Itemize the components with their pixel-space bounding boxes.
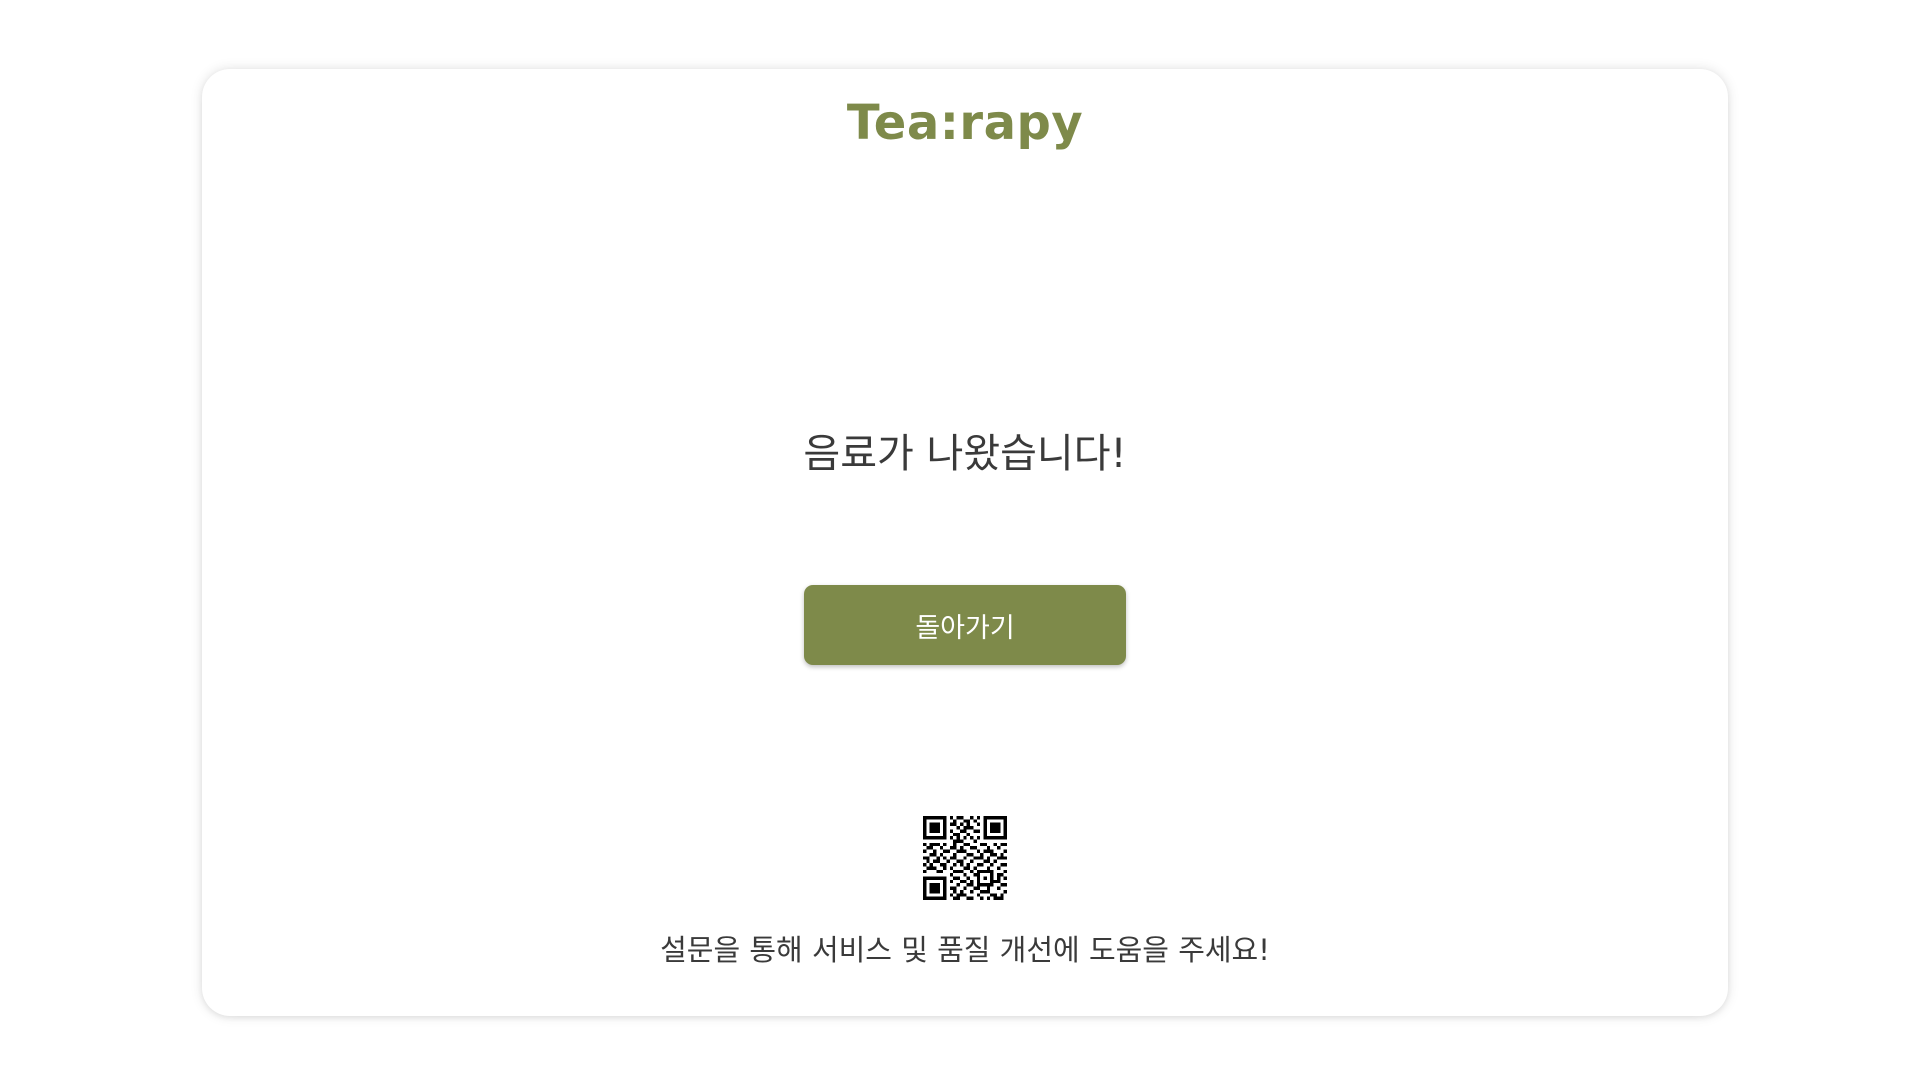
back-button[interactable]: 돌아가기 bbox=[804, 585, 1126, 665]
status-message: 음료가 나왔습니다! bbox=[803, 431, 1127, 477]
main-card: Tea:rapy 음료가 나왔습니다! 돌아가기 설문을 통해 서비스 및 품질… bbox=[202, 69, 1728, 1016]
brand-logo: Tea:rapy bbox=[846, 95, 1084, 151]
survey-text: 설문을 통해 서비스 및 품질 개선에 도움을 주세요! bbox=[660, 933, 1270, 967]
qr-code-icon[interactable] bbox=[923, 816, 1007, 900]
